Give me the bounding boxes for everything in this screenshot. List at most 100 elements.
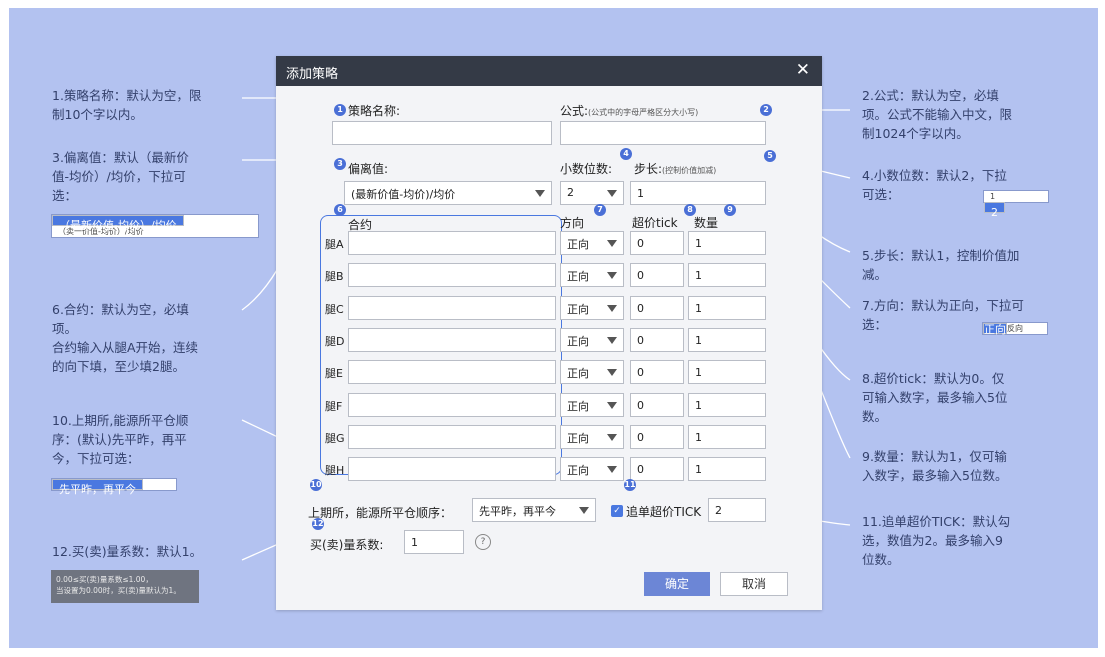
add-strategy-dialog: 添加策略 ✕ 1 策略名称: 公式:(公式中的字母严格区分大小写) 2 3 偏离… (276, 56, 822, 610)
contract-input[interactable] (348, 231, 556, 255)
leg-label: 腿B (325, 270, 344, 283)
formula-label-text: 公式: (560, 104, 589, 118)
badge-6: 6 (334, 204, 346, 216)
contract-input[interactable] (348, 457, 556, 481)
close-order-select-value: 先平昨，再平今 (479, 505, 556, 518)
direction-select[interactable]: 正向 (560, 328, 624, 352)
chevron-down-icon (535, 190, 545, 197)
leg-label: 腿H (325, 464, 345, 477)
chevron-down-icon (607, 402, 617, 409)
direction-select[interactable]: 正向 (560, 263, 624, 287)
chevron-down-icon (607, 190, 617, 197)
badge-1: 1 (334, 104, 346, 116)
offset-select[interactable]: (最新价值-均价)/均价 (344, 181, 552, 205)
chevron-down-icon (607, 272, 617, 279)
decimal-label: 小数位数: (560, 162, 613, 176)
qty-input[interactable] (688, 263, 766, 287)
contract-input[interactable] (348, 393, 556, 417)
badge-12: 12 (312, 518, 324, 530)
direction-select[interactable]: 正向 (560, 425, 624, 449)
qty-input[interactable] (688, 425, 766, 449)
direction-select[interactable]: 正向 (560, 457, 624, 481)
qty-header: 数量 (694, 216, 719, 230)
dialog-title: 添加策略 (286, 67, 339, 82)
badge-5: 5 (764, 150, 776, 162)
direction-select-value: 正向 (567, 270, 589, 283)
formula-hint: (公式中的字母严格区分大小写) (588, 108, 699, 117)
direction-select-value: 正向 (567, 335, 589, 348)
chevron-down-icon (607, 434, 617, 441)
tick-input[interactable] (630, 328, 684, 352)
qty-input[interactable] (688, 296, 766, 320)
qty-input[interactable] (688, 231, 766, 255)
help-icon[interactable]: ? (475, 534, 491, 550)
leg-label: 腿D (325, 335, 345, 348)
direction-select-value: 正向 (567, 464, 589, 477)
chevron-down-icon (607, 305, 617, 312)
tick-input[interactable] (630, 393, 684, 417)
tick-input[interactable] (630, 263, 684, 287)
contract-input[interactable] (348, 296, 556, 320)
contract-input[interactable] (348, 328, 556, 352)
chevron-down-icon (607, 337, 617, 344)
tick-input[interactable] (630, 231, 684, 255)
close-order-select[interactable]: 先平昨，再平今 (472, 498, 596, 522)
decimal-select[interactable]: 2 (560, 181, 624, 205)
badge-9: 9 (724, 204, 736, 216)
direction-select[interactable]: 正向 (560, 231, 624, 255)
direction-select-value: 正向 (567, 367, 589, 380)
contract-input[interactable] (348, 263, 556, 287)
qty-input[interactable] (688, 457, 766, 481)
step-label-text: 步长: (634, 162, 663, 176)
direction-select-value: 正向 (567, 303, 589, 316)
tick-input[interactable] (630, 425, 684, 449)
leg-label: 腿C (325, 303, 344, 316)
formula-input[interactable] (560, 121, 766, 145)
badge-11: 11 (624, 479, 636, 491)
qty-input[interactable] (688, 328, 766, 352)
leg-label: 腿G (325, 432, 345, 445)
badge-10: 10 (310, 479, 322, 491)
step-input[interactable] (630, 181, 766, 205)
chevron-down-icon (579, 507, 589, 514)
leg-label: 腿F (325, 400, 343, 413)
tick-input[interactable] (630, 457, 684, 481)
leg-label: 腿E (325, 367, 343, 380)
step-label: 步长:(控制价值加减) (634, 160, 716, 177)
badge-2: 2 (760, 104, 772, 116)
tick-input[interactable] (630, 360, 684, 384)
chevron-down-icon (607, 369, 617, 376)
direction-select[interactable]: 正向 (560, 296, 624, 320)
decimal-select-value: 2 (567, 186, 574, 199)
strategy-name-input[interactable] (332, 121, 552, 145)
chevron-down-icon (607, 240, 617, 247)
direction-select-value: 正向 (567, 432, 589, 445)
dialog-titlebar: 添加策略 ✕ (276, 56, 822, 86)
step-hint: (控制价值加减) (662, 166, 717, 175)
badge-3: 3 (334, 158, 346, 170)
badge-7: 7 (594, 204, 606, 216)
chase-checkbox[interactable]: ✓ (611, 505, 623, 517)
leg-label: 腿A (325, 238, 344, 251)
cancel-button[interactable]: 取消 (720, 572, 788, 596)
formula-label: 公式:(公式中的字母严格区分大小写) (560, 102, 698, 119)
ok-button[interactable]: 确定 (644, 572, 710, 596)
ratio-input[interactable] (404, 530, 464, 554)
strategy-name-label: 策略名称: (348, 104, 401, 118)
qty-input[interactable] (688, 393, 766, 417)
close-icon[interactable]: ✕ (796, 60, 810, 80)
tick-header: 超价tick (632, 216, 678, 230)
ratio-label: 买(卖)量系数: (310, 538, 384, 552)
chase-tick-input[interactable] (708, 498, 766, 522)
tick-input[interactable] (630, 296, 684, 320)
direction-select[interactable]: 正向 (560, 360, 624, 384)
contract-input[interactable] (348, 425, 556, 449)
close-order-label: 上期所，能源所平仓顺序： (308, 506, 453, 520)
qty-input[interactable] (688, 360, 766, 384)
chase-label: 追单超价TICK (626, 505, 702, 519)
direction-select[interactable]: 正向 (560, 393, 624, 417)
contract-input[interactable] (348, 360, 556, 384)
chevron-down-icon (607, 466, 617, 473)
offset-select-value: (最新价值-均价)/均价 (351, 188, 456, 201)
direction-select-value: 正向 (567, 238, 589, 251)
